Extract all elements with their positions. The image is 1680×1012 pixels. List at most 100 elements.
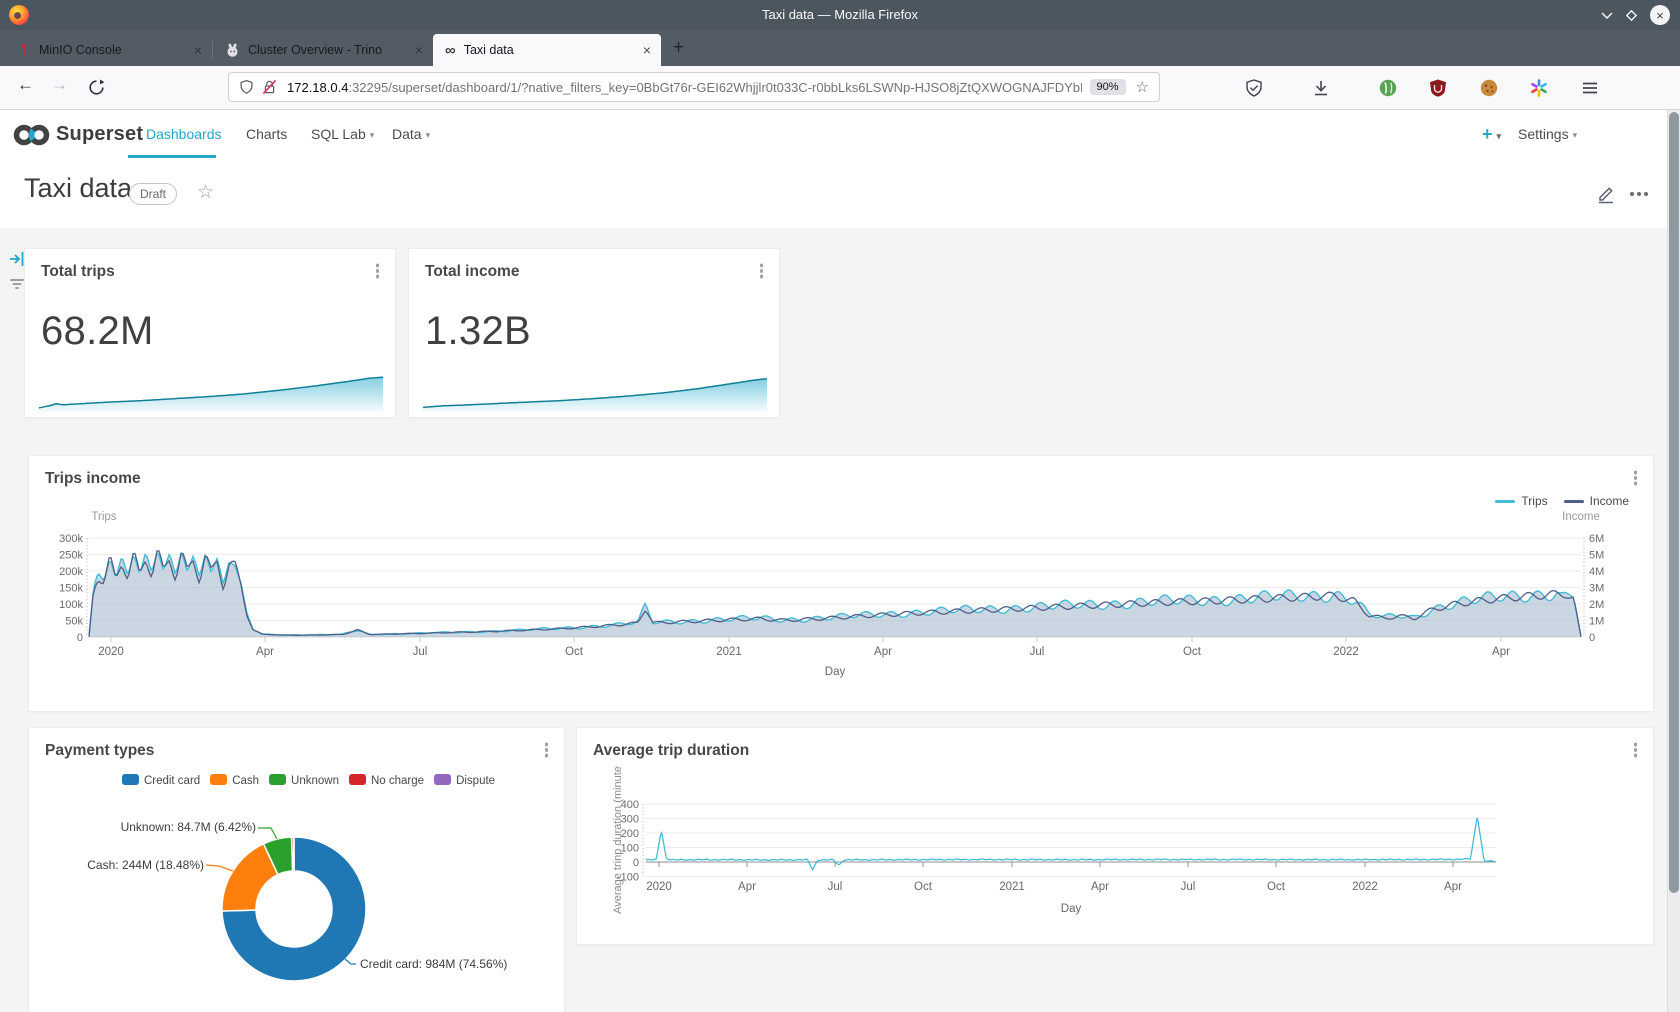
svg-text:2020: 2020 [98,646,124,658]
insecure-lock-icon[interactable] [262,79,277,95]
payment-types-donut-chart: Unknown: 84.7M (6.42%) Cash: 244M (18.48%… [29,728,564,1012]
svg-text:Apr: Apr [256,646,274,658]
card-total-trips: Total trips 68.2M [24,248,396,418]
svg-text:Apr: Apr [874,646,892,658]
forward-button[interactable]: → [51,75,68,95]
svg-text:Apr: Apr [738,881,756,893]
svg-text:Apr: Apr [1444,881,1462,893]
more-actions-icon[interactable] [1630,192,1634,196]
svg-text:Credit card: 984M (74.56%): Credit card: 984M (74.56%) [360,957,507,971]
total-income-sparkline [423,367,767,413]
card-avg-trip-duration: Average trip duration 4003002001000-100A… [576,727,1654,945]
menu-hamburger-icon[interactable] [1580,78,1600,98]
download-icon[interactable] [1311,78,1331,98]
bookmark-star-icon[interactable]: ☆ [1136,78,1149,96]
dashboard-header: Taxi data Draft ☆ [0,158,1680,228]
svg-text:Income: Income [1562,511,1600,523]
trips-income-chart: 300k6M250k5M200k4M150k3M100k2M50k1M00Tri… [29,456,1653,711]
tab-label: MinIO Console [39,43,180,57]
svg-text:5M: 5M [1589,550,1604,562]
scrollbar-thumb[interactable] [1669,112,1679,893]
page-title: Taxi data [24,173,132,204]
avg-trip-duration-chart: 4003002001000-100Average trinp duration … [577,728,1653,944]
minimize-icon[interactable] [1601,11,1613,19]
tab-minio-console[interactable]: MinIO Console × [5,34,212,66]
close-window-icon[interactable]: × [1650,5,1670,25]
svg-text:Day: Day [825,666,846,678]
tab-close-icon[interactable]: × [415,42,423,58]
svg-text:0: 0 [1589,632,1595,644]
svg-text:Oct: Oct [914,881,933,893]
window-title: Taxi data — Mozilla Firefox [0,0,1680,30]
svg-text:2021: 2021 [716,646,742,658]
superset-navbar: Superset Dashboards Charts SQL Lab▾ Data… [0,110,1680,158]
svg-text:2020: 2020 [646,881,672,893]
nav-sql-lab[interactable]: SQL Lab▾ [311,126,374,142]
svg-text:Trips: Trips [91,511,116,523]
nav-data[interactable]: Data▾ [392,126,430,142]
tab-trino[interactable]: Cluster Overview - Trino × [213,34,433,66]
svg-text:6M: 6M [1589,533,1604,545]
svg-text:100k: 100k [59,599,83,611]
new-tab-button[interactable]: + [673,37,684,59]
superset-brand[interactable]: Superset [56,123,143,146]
maximize-icon[interactable] [1626,10,1637,21]
svg-text:Jul: Jul [828,881,843,893]
chart-menu-kebab-icon[interactable] [760,269,764,273]
svg-text:2022: 2022 [1333,646,1359,658]
window-titlebar: Taxi data — Mozilla Firefox × [0,0,1680,30]
favorite-star-icon[interactable]: ☆ [197,181,214,204]
chart-title: Total income [425,263,519,281]
nav-settings[interactable]: Settings▾ [1518,126,1577,142]
chart-title: Total trips [41,263,115,281]
nav-charts[interactable]: Charts [246,126,287,142]
svg-text:3M: 3M [1589,583,1604,595]
tab-close-icon[interactable]: × [643,42,651,58]
chevron-down-icon: ▾ [426,130,431,140]
svg-text:0: 0 [633,857,639,869]
chevron-down-icon: ▾ [370,130,375,140]
card-trips-income: Trips income TripsIncome 300k6M250k5M200… [28,455,1654,712]
svg-text:2022: 2022 [1352,881,1378,893]
svg-text:2021: 2021 [999,881,1025,893]
svg-text:50k: 50k [65,616,83,628]
ublock-origin-extension-icon[interactable] [1428,78,1448,98]
svg-text:Unknown: 84.7M (6.42%): Unknown: 84.7M (6.42%) [121,820,256,834]
zoom-level-badge[interactable]: 90% [1090,79,1126,95]
chevron-down-icon: ▾ [1573,130,1578,140]
reload-button[interactable] [88,79,105,96]
dashboard-canvas: Total trips 68.2M Total income 1.32B Tri… [0,228,1680,1012]
privacy-badger-extension-icon[interactable] [1378,78,1398,98]
nav-add-button[interactable]: +▾ [1482,124,1501,145]
svg-text:Day: Day [1061,903,1082,915]
svg-text:Cash: 244M (18.48%): Cash: 244M (18.48%) [87,858,204,872]
svg-text:200k: 200k [59,566,83,578]
svg-text:Apr: Apr [1492,646,1510,658]
total-trips-sparkline [39,367,383,413]
protections-shield-icon[interactable] [1244,78,1264,98]
superset-logo[interactable] [12,122,52,148]
card-total-income: Total income 1.32B [408,248,780,418]
back-button[interactable]: ← [17,75,34,95]
cookie-extension-icon[interactable] [1479,78,1499,98]
svg-text:Oct: Oct [1267,881,1286,893]
pinwheel-extension-icon[interactable] [1529,78,1549,98]
chart-menu-kebab-icon[interactable] [376,269,380,273]
url-text: 172.18.0.4:32295/superset/dashboard/1/?n… [287,80,1082,95]
svg-text:150k: 150k [59,583,83,595]
svg-text:300k: 300k [59,533,83,545]
big-number-value: 1.32B [425,309,531,354]
tab-label: Taxi data [464,43,629,57]
edit-pencil-icon[interactable] [1596,184,1616,204]
tab-strip: MinIO Console × Cluster Overview - Trino… [0,30,1680,66]
svg-text:250k: 250k [59,550,83,562]
tab-taxi-data[interactable]: ∞ Taxi data × [433,34,661,66]
browser-toolbar: ← → 172.18.0.4:32295/superset/dashboard/… [0,66,1680,110]
nav-dashboards[interactable]: Dashboards [146,126,222,142]
svg-text:Jul: Jul [1030,646,1045,658]
url-bar[interactable]: 172.18.0.4:32295/superset/dashboard/1/?n… [228,72,1160,102]
chevron-down-icon: ▾ [1497,131,1502,141]
scrollbar-track[interactable] [1667,110,1680,1012]
tracking-shield-icon[interactable] [239,79,254,95]
tab-close-icon[interactable]: × [194,42,202,58]
